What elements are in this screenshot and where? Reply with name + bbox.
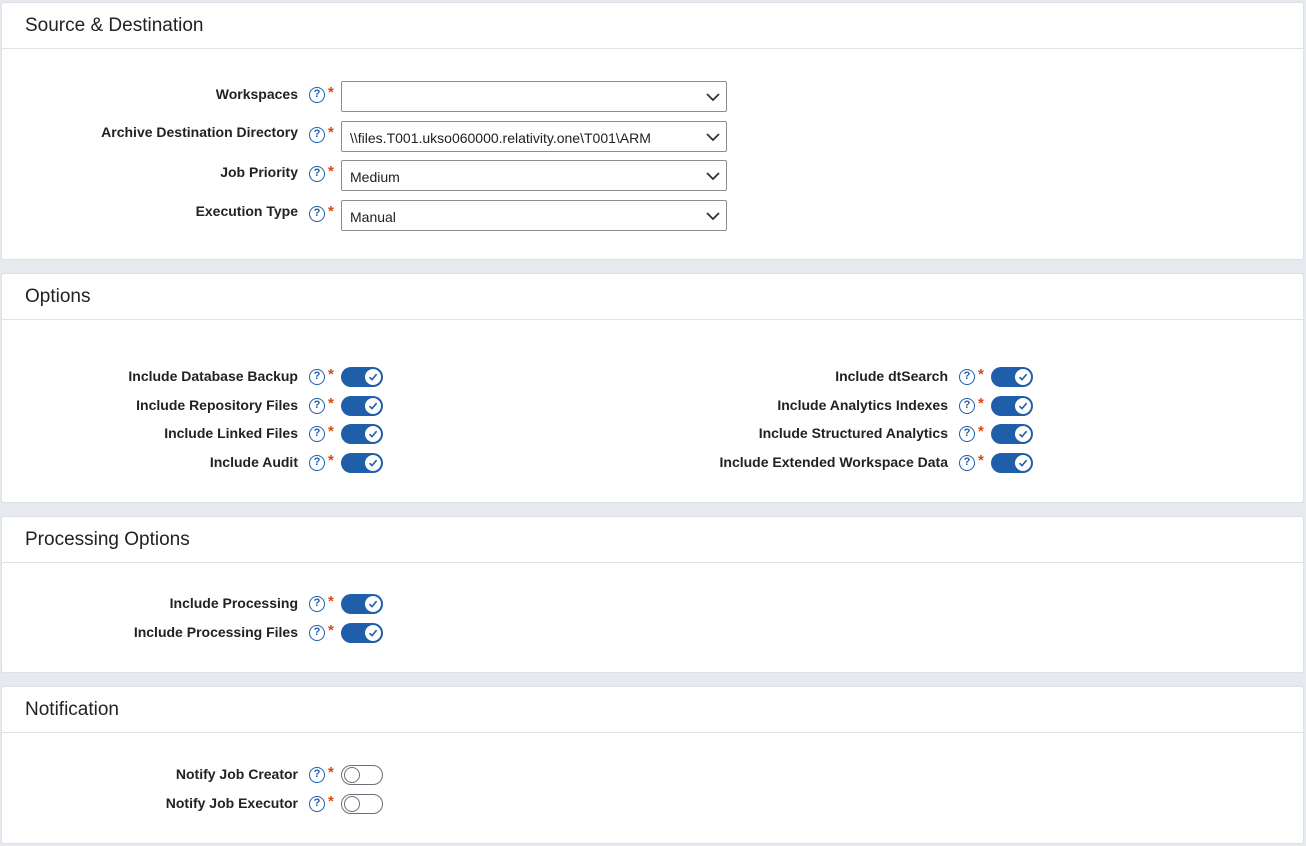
required-mark: * [328, 163, 334, 180]
execution-type-label: Execution Type [195, 203, 298, 219]
include-processing-toggle[interactable] [341, 594, 383, 614]
execution-type-select[interactable]: Manual [341, 200, 727, 231]
check-icon [1018, 402, 1028, 410]
execution-type-value: Manual [350, 209, 396, 225]
include-dtsearch-label: Include dtSearch [835, 368, 948, 384]
help-icon[interactable]: ? [959, 369, 975, 385]
required-mark: * [978, 423, 984, 440]
include-processing-files-label: Include Processing Files [133, 623, 298, 640]
include-structured-analytics-label: Include Structured Analytics [758, 425, 948, 441]
required-mark: * [328, 593, 334, 610]
job-priority-value: Medium [350, 169, 400, 185]
processing-options-card: Processing Options Include Processing? * I… [1, 516, 1304, 673]
check-icon [1018, 459, 1028, 467]
help-icon[interactable]: ? [309, 795, 325, 812]
toggle-knob [344, 767, 360, 783]
help-icon[interactable]: ? [309, 166, 325, 182]
job-priority-label: Job Priority [220, 164, 298, 180]
toggle-knob [1015, 426, 1031, 442]
help-icon[interactable]: ? [309, 206, 325, 222]
notify-job-creator-label: Notify Job Creator [175, 766, 298, 782]
archive-dir-value: \\files.T001.ukso060000.relativity.one\T… [350, 130, 651, 146]
toggle-knob [365, 624, 381, 641]
card-header: Options [2, 274, 1303, 320]
help-icon[interactable]: ? [959, 426, 975, 442]
execution-type-row: Execution Type ? * Manual [2, 200, 1302, 231]
check-icon [1018, 430, 1028, 438]
toggle-knob [1015, 369, 1031, 385]
toggle-knob [344, 795, 360, 812]
help-icon[interactable]: ? [309, 87, 325, 103]
toggle-knob [365, 596, 381, 612]
check-icon [1018, 373, 1028, 381]
toggle-knob [1015, 454, 1031, 471]
section-title: Processing Options [25, 529, 190, 550]
required-mark: * [328, 203, 334, 220]
chevron-down-icon [706, 172, 720, 181]
section-title: Options [25, 286, 91, 307]
notify-job-executor-row: Notify Job Executor? * [2, 790, 1302, 818]
notification-card: Notification Notify Job Creator? * Notify … [1, 686, 1304, 844]
required-mark: * [328, 792, 334, 810]
required-mark: * [978, 366, 984, 383]
section-title: Notification [25, 699, 119, 720]
include-analytics-indexes-toggle[interactable] [991, 395, 1033, 416]
toggle-knob [1015, 397, 1031, 414]
section-title: Source & Destination [25, 15, 204, 36]
card-header: Source & Destination [2, 3, 1303, 49]
include-extended-workspace-data-toggle[interactable] [991, 452, 1033, 473]
include-extended-workspace-data-row: Include Extended Workspace Data? * [2, 449, 1302, 477]
job-priority-row: Job Priority ? * Medium [2, 160, 1302, 191]
check-icon [368, 600, 378, 608]
required-mark: * [328, 84, 334, 101]
chevron-down-icon [706, 93, 720, 102]
card-header: Processing Options [2, 517, 1303, 563]
required-mark: * [978, 394, 984, 412]
include-dtsearch-toggle[interactable] [991, 367, 1033, 387]
include-processing-row: Include Processing? * [2, 590, 1302, 618]
include-analytics-indexes-label: Include Analytics Indexes [777, 396, 948, 413]
required-mark: * [328, 124, 334, 141]
include-processing-files-row: Include Processing Files? * [2, 619, 1302, 647]
archive-dir-label: Archive Destination Directory [101, 124, 298, 140]
include-extended-workspace-data-label: Include Extended Workspace Data [719, 453, 948, 470]
options-card: Options Include Database Backup? * Include… [1, 273, 1304, 503]
chevron-down-icon [706, 133, 720, 142]
help-icon[interactable]: ? [309, 767, 325, 783]
include-dtsearch-row: Include dtSearch? * [2, 363, 1302, 391]
help-icon[interactable]: ? [309, 624, 325, 641]
include-structured-analytics-row: Include Structured Analytics? * [2, 420, 1302, 448]
notify-job-creator-row: Notify Job Creator? * [2, 761, 1302, 789]
help-icon[interactable]: ? [309, 596, 325, 612]
source-destination-card: Source & Destination Workspaces ? * Arch… [1, 2, 1304, 260]
required-mark: * [328, 621, 334, 639]
workspaces-row: Workspaces ? * [2, 81, 1302, 112]
help-icon[interactable]: ? [309, 127, 325, 143]
include-processing-label: Include Processing [169, 595, 298, 611]
help-icon[interactable]: ? [959, 397, 975, 414]
include-analytics-indexes-row: Include Analytics Indexes? * [2, 392, 1302, 420]
archive-dir-select[interactable]: \\files.T001.ukso060000.relativity.one\T… [341, 121, 727, 152]
notify-job-executor-label: Notify Job Executor [165, 794, 298, 811]
notify-job-creator-toggle[interactable] [341, 765, 383, 785]
include-structured-analytics-toggle[interactable] [991, 424, 1033, 444]
job-priority-select[interactable]: Medium [341, 160, 727, 191]
workspaces-label: Workspaces [215, 86, 298, 102]
notify-job-executor-toggle[interactable] [341, 793, 383, 814]
help-icon[interactable]: ? [959, 454, 975, 471]
card-header: Notification [2, 687, 1303, 733]
required-mark: * [328, 764, 334, 781]
chevron-down-icon [706, 212, 720, 221]
include-processing-files-toggle[interactable] [341, 622, 383, 643]
archive-dir-row: Archive Destination Directory ? * \\file… [2, 121, 1302, 152]
workspaces-select[interactable] [341, 81, 727, 112]
required-mark: * [978, 451, 984, 469]
check-icon [368, 629, 378, 637]
